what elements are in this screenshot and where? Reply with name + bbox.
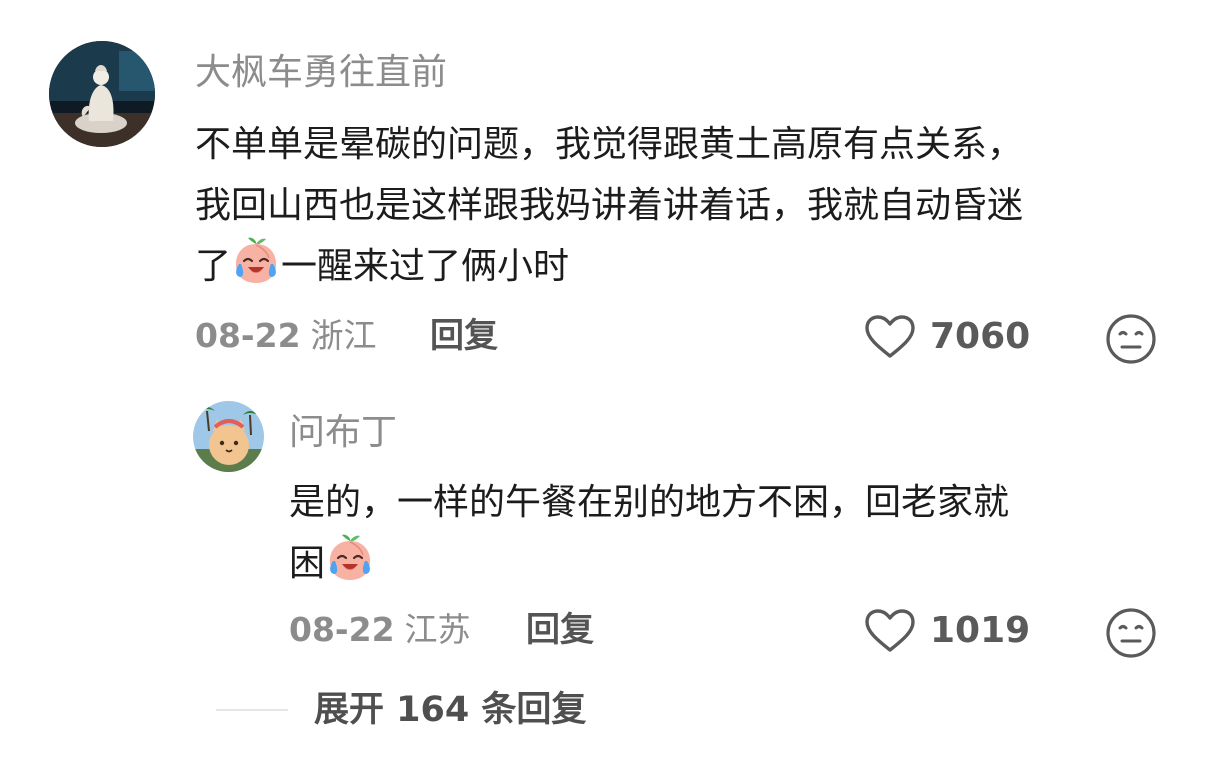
like-button[interactable]: 7060 <box>864 314 1030 360</box>
comment-location: 浙江 <box>310 316 377 355</box>
like-count: 1019 <box>930 610 1031 651</box>
avatar[interactable] <box>49 41 155 147</box>
comment-line: 是的，一样的午餐在别的地方不困，回老家就 <box>289 482 1010 523</box>
reply-button[interactable]: 回复 <box>526 608 594 652</box>
avatar[interactable] <box>193 401 264 472</box>
dislike-button[interactable] <box>1105 313 1157 369</box>
avatar-cat-image <box>193 401 264 472</box>
comment-line: 困 <box>289 533 1009 594</box>
comment-line-start: 困 <box>289 543 326 584</box>
reply-button[interactable]: 回复 <box>430 314 498 358</box>
comment-line: 不单单是晕碳的问题，我觉得跟黄土高原有点关系， <box>195 124 1024 165</box>
like-button[interactable]: 1019 <box>864 608 1030 654</box>
reply-item: 问布丁 是的，一样的午餐在别的地方不困，回老家就 困 08-22 江苏 回复 10… <box>0 380 1206 670</box>
like-count: 7060 <box>930 316 1031 357</box>
avatar-statue-image <box>49 41 155 147</box>
comment-meta: 08-22 浙江 <box>195 314 377 358</box>
dislike-face-icon <box>1106 314 1156 364</box>
crying-laughing-peach-emoji-icon <box>325 533 375 583</box>
heart-icon <box>865 609 915 652</box>
comment-line-start: 了 <box>195 246 232 287</box>
divider <box>216 709 288 711</box>
comment-text: 不单单是晕碳的问题，我觉得跟黄土高原有点关系， 我回山西也是这样跟我妈讲着讲着话… <box>195 114 1023 297</box>
comment-text: 是的，一样的午餐在别的地方不困，回老家就 困 <box>289 472 1009 594</box>
heart-icon <box>865 315 915 358</box>
comment-item: 大枫车勇往直前 不单单是晕碳的问题，我觉得跟黄土高原有点关系， 我回山西也是这样… <box>0 0 1206 380</box>
expand-replies-label: 展开 164 条回复 <box>314 690 587 730</box>
comment-date: 08-22 <box>195 316 301 355</box>
username[interactable]: 问布丁 <box>289 409 397 457</box>
crying-laughing-peach-emoji-icon <box>231 236 281 286</box>
comment-line: 我回山西也是这样跟我妈讲着讲着话，我就自动昏迷 <box>195 185 1024 226</box>
comment-date: 08-22 <box>289 610 395 649</box>
comment-location: 江苏 <box>404 610 471 649</box>
comment-meta: 08-22 江苏 <box>289 608 471 652</box>
dislike-button[interactable] <box>1105 607 1157 663</box>
expand-replies-button[interactable]: 展开 164 条回复 <box>216 686 586 734</box>
username[interactable]: 大枫车勇往直前 <box>195 49 447 97</box>
comment-line-end: 一醒来过了俩小时 <box>281 246 570 287</box>
dislike-face-icon <box>1106 608 1156 658</box>
comment-line: 了 一醒来过了俩小时 <box>195 236 1023 297</box>
